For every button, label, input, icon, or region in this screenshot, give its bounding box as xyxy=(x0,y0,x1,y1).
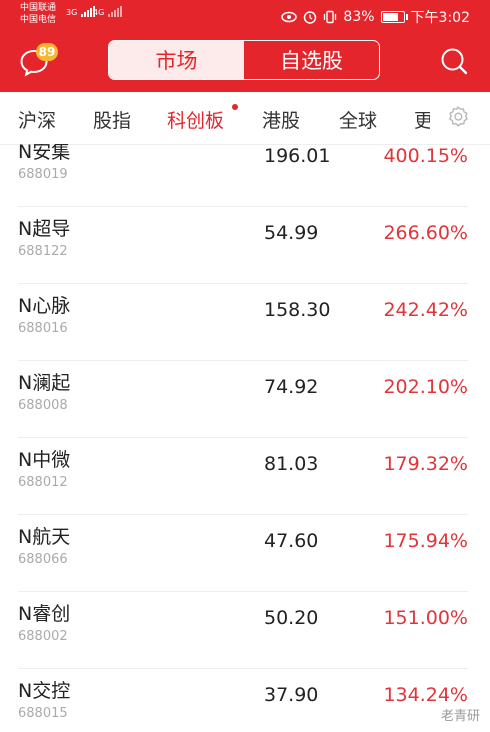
watermark: 老青研 xyxy=(440,709,480,724)
tab-hk[interactable]: 港股 xyxy=(262,106,300,133)
battery-icon xyxy=(380,11,408,23)
tab-stock-index[interactable]: 股指 xyxy=(93,106,131,133)
message-badge: 89 xyxy=(36,43,58,61)
stock-row[interactable]: N交控 688015 37.90 134.24% xyxy=(18,668,468,732)
stock-name: N中微 xyxy=(18,449,71,471)
stock-row[interactable]: N澜起 688008 74.92 202.10% xyxy=(18,360,468,438)
alarm-icon xyxy=(304,11,317,24)
stock-name: N澜起 xyxy=(18,372,71,394)
stock-change: 134.24% xyxy=(383,684,468,706)
search-icon[interactable] xyxy=(438,45,470,77)
vibrate-icon xyxy=(324,10,337,24)
stock-row[interactable]: N航天 688066 47.60 175.94% xyxy=(18,514,468,592)
market-tabs: 沪深 股指 科创板 港股 全球 更 xyxy=(0,92,490,145)
stock-code: 688122 xyxy=(18,244,68,259)
eye-icon xyxy=(281,11,298,23)
segment-market[interactable]: 市场 xyxy=(109,41,244,79)
stock-code: 688012 xyxy=(18,475,68,490)
clock-time: 下午3:02 xyxy=(410,10,470,26)
stock-name: N安集 xyxy=(18,144,71,163)
stock-row[interactable]: N中微 688012 81.03 179.32% xyxy=(18,437,468,515)
stock-row[interactable]: N睿创 688002 50.20 151.00% xyxy=(18,591,468,669)
stock-change: 179.32% xyxy=(383,453,468,475)
stock-code: 688008 xyxy=(18,398,68,413)
stock-name: N睿创 xyxy=(18,603,71,625)
tab-hushen[interactable]: 沪深 xyxy=(18,106,56,133)
stock-change: 266.60% xyxy=(383,222,468,244)
stock-price: 47.60 xyxy=(264,530,319,552)
gear-icon[interactable] xyxy=(446,105,470,129)
stock-change: 151.00% xyxy=(383,607,468,629)
stock-name: N航天 xyxy=(18,526,71,548)
tab-global[interactable]: 全球 xyxy=(339,106,377,133)
signal-2-icon: 4G xyxy=(93,6,123,17)
stock-price: 158.30 xyxy=(264,299,331,321)
segment-watchlist[interactable]: 自选股 xyxy=(244,41,379,79)
new-indicator-dot xyxy=(232,104,238,110)
stock-code: 688002 xyxy=(18,629,68,644)
tab-more[interactable]: 更 xyxy=(414,106,430,133)
status-right: 83% 下午3:02 xyxy=(281,7,470,27)
carrier-1: 中国联通 xyxy=(20,3,57,13)
network-type-2: 4G xyxy=(93,8,105,17)
stock-change: 202.10% xyxy=(383,376,468,398)
stock-code: 688019 xyxy=(18,167,68,182)
stock-row[interactable]: N安集 688019 196.01 400.15% xyxy=(18,144,468,207)
stock-code: 688066 xyxy=(18,552,68,567)
stock-row[interactable]: N心脉 688016 158.30 242.42% xyxy=(18,283,468,361)
segment-control: 市场 自选股 xyxy=(108,40,380,80)
stock-row[interactable]: N超导 688122 54.99 266.60% xyxy=(18,206,468,284)
stock-name: N超导 xyxy=(18,218,71,240)
stock-code: 688016 xyxy=(18,321,68,336)
stock-price: 196.01 xyxy=(264,145,331,167)
carrier-info: 中国联通 中国电信 xyxy=(20,2,56,26)
stock-name: N交控 xyxy=(18,680,71,702)
stock-code: 688015 xyxy=(18,706,68,721)
stock-price: 81.03 xyxy=(264,453,319,475)
stock-price: 37.90 xyxy=(264,684,319,706)
battery-percent: 83% xyxy=(343,9,375,25)
stock-change: 400.15% xyxy=(383,145,468,167)
stock-change: 242.42% xyxy=(383,299,468,321)
tab-star-market[interactable]: 科创板 xyxy=(167,106,224,133)
stock-name: N心脉 xyxy=(18,295,71,317)
app-header: 中国联通 中国电信 3G 4G 83% 下午3:02 89 市场 自选股 xyxy=(0,0,490,92)
status-bar: 中国联通 中国电信 3G 4G 83% 下午3:02 xyxy=(0,0,490,30)
stock-list: N安集 688019 196.01 400.15% N超导 688122 54.… xyxy=(0,144,490,732)
network-type-1: 3G xyxy=(66,8,78,17)
stock-change: 175.94% xyxy=(383,530,468,552)
carrier-2: 中国电信 xyxy=(20,15,57,25)
stock-price: 54.99 xyxy=(264,222,319,244)
stock-price: 50.20 xyxy=(264,607,319,629)
stock-price: 74.92 xyxy=(264,376,319,398)
signal-1-icon: 3G xyxy=(66,6,96,17)
